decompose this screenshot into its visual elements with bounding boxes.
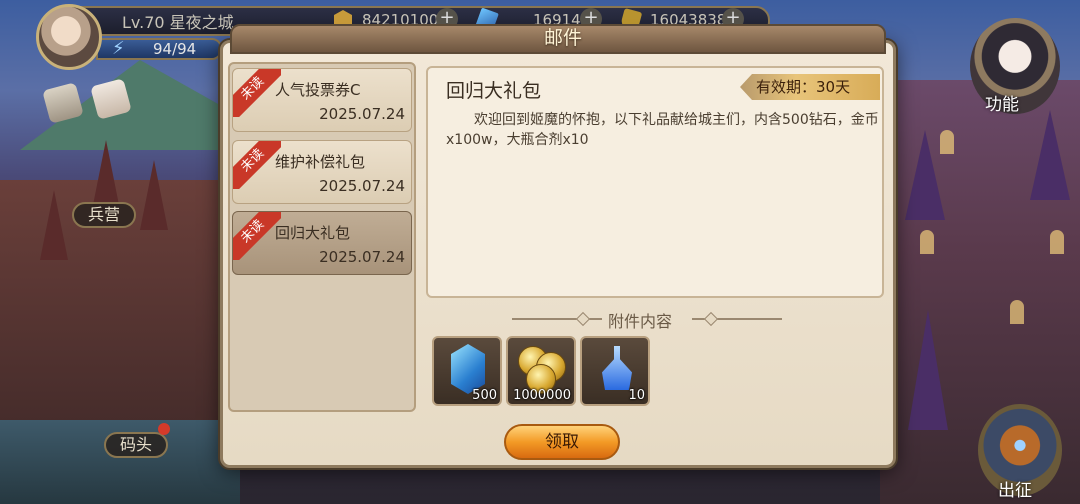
player-avatar[interactable]	[36, 4, 102, 70]
castle-window	[920, 230, 934, 254]
castle-window	[940, 130, 954, 154]
attachment-item-gold[interactable]: 1000000	[506, 336, 576, 406]
claim-button[interactable]: 领取	[504, 424, 620, 460]
unread-badge: 未读	[233, 141, 281, 189]
barracks-button[interactable]: 兵营	[72, 202, 137, 228]
castle-tower-roof	[1030, 110, 1070, 200]
mail-body-text: 欢迎回到姬魔的怀抱，以下礼品献给城主们，内含500钻石，金币x100w，大瓶合剂…	[446, 112, 879, 148]
validity-text: 有效期：30天	[756, 78, 851, 96]
item-count: 10	[628, 388, 645, 403]
notification-dot	[158, 423, 170, 435]
attachment-item-potion[interactable]: 10	[580, 336, 650, 406]
castle-tower-roof	[905, 130, 945, 220]
spire	[92, 140, 120, 210]
mail-date: 2025.07.24	[319, 248, 405, 266]
mail-date: 2025.07.24	[319, 177, 405, 195]
lightning-bolt-icon: ⚡	[112, 38, 125, 59]
energy-value: 94/94	[153, 40, 197, 58]
spire	[140, 160, 168, 230]
attachment-item-diamond[interactable]: 500	[432, 336, 502, 406]
item-count: 500	[472, 388, 497, 403]
mail-title: 回归大礼包	[446, 80, 542, 102]
mail-subject: 人气投票券C	[275, 81, 361, 99]
unread-badge: 未读	[233, 212, 281, 260]
diamond-crystal-icon	[451, 344, 485, 394]
divider-ornament	[512, 318, 602, 320]
castle-window	[1050, 230, 1064, 254]
mail-list-item[interactable]: 未读 维护补偿礼包 2025.07.24	[232, 140, 412, 204]
mail-date: 2025.07.24	[319, 105, 405, 123]
castle-window	[1010, 300, 1024, 324]
mail-subject: 维护补偿礼包	[275, 153, 366, 171]
attachments-title: 附件内容	[608, 312, 673, 331]
potion-flask-icon	[602, 346, 632, 390]
mail-list-item[interactable]: 未读 人气投票券C 2025.07.24	[232, 68, 412, 132]
spire	[40, 190, 68, 260]
divider-ornament	[692, 318, 782, 320]
dock-button[interactable]: 码头	[104, 432, 169, 458]
mail-list-item-selected[interactable]: 未读 回归大礼包 2025.07.24	[232, 211, 412, 275]
mail-dialog-title: 邮件	[543, 27, 582, 49]
castle-spire	[908, 310, 948, 430]
item-count: 1000000	[513, 388, 571, 403]
unread-badge: 未读	[233, 69, 281, 117]
mail-subject: 回归大礼包	[275, 224, 351, 242]
expedition-label: 出征	[998, 481, 1032, 501]
function-menu-label: 功能	[985, 95, 1019, 115]
player-level-city: Lv.70 星夜之城	[122, 13, 234, 32]
